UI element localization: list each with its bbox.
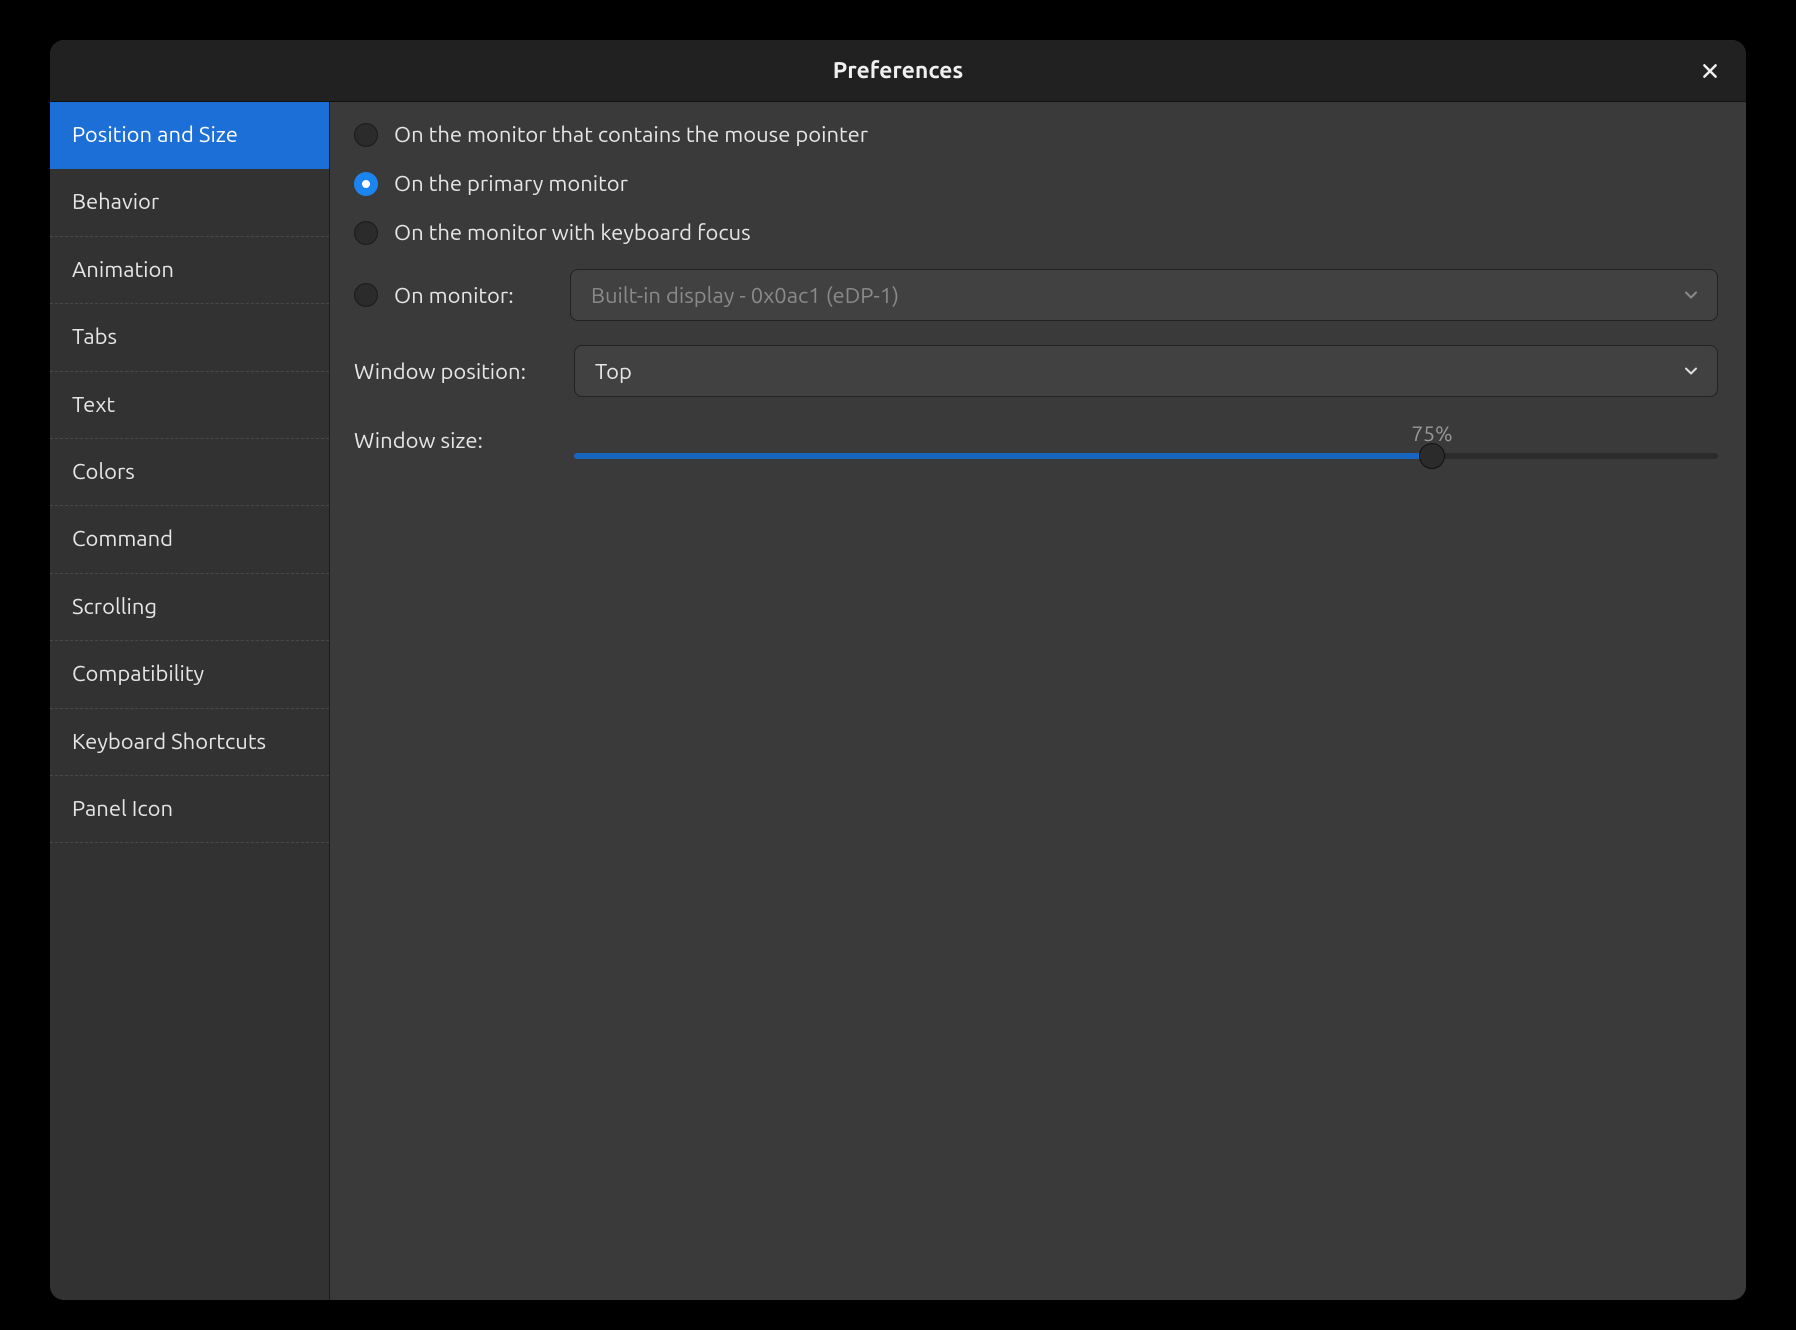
slider-value-label: 75% [1411, 421, 1452, 445]
sidebar-item-behavior[interactable]: Behavior [50, 169, 329, 236]
monitor-dropdown: Built-in display - 0x0ac1 (eDP-1) [570, 269, 1718, 321]
sidebar: Position and Size Behavior Animation Tab… [50, 102, 330, 1300]
sidebar-item-command[interactable]: Command [50, 506, 329, 573]
radio-mouse-pointer[interactable] [354, 123, 378, 147]
window-position-dropdown[interactable]: Top [574, 345, 1718, 397]
radio-label-primary-monitor[interactable]: On the primary monitor [394, 171, 628, 196]
sidebar-item-animation[interactable]: Animation [50, 237, 329, 304]
content-panel: On the monitor that contains the mouse p… [330, 102, 1746, 1300]
sidebar-item-panel-icon[interactable]: Panel Icon [50, 776, 329, 843]
window-size-slider[interactable]: 75% [574, 421, 1718, 459]
radio-keyboard-focus[interactable] [354, 221, 378, 245]
chevron-down-icon [1683, 283, 1699, 308]
sidebar-item-colors[interactable]: Colors [50, 439, 329, 506]
window-position-label: Window position: [354, 359, 554, 384]
preferences-window: Preferences Position and Size Behavior A… [50, 40, 1746, 1300]
close-icon [1701, 62, 1719, 80]
window-position-value: Top [595, 359, 632, 384]
close-button[interactable] [1694, 55, 1726, 87]
slider-track [574, 453, 1718, 459]
radio-label-mouse-pointer[interactable]: On the monitor that contains the mouse p… [394, 122, 868, 147]
slider-thumb[interactable] [1419, 443, 1445, 469]
monitor-dropdown-value: Built-in display - 0x0ac1 (eDP-1) [591, 283, 899, 308]
window-position-row: Window position: Top [354, 345, 1718, 397]
sidebar-item-scrolling[interactable]: Scrolling [50, 574, 329, 641]
chevron-down-icon [1683, 359, 1699, 384]
sidebar-item-keyboard-shortcuts[interactable]: Keyboard Shortcuts [50, 709, 329, 776]
window-size-label: Window size: [354, 428, 554, 453]
sidebar-item-position-and-size[interactable]: Position and Size [50, 102, 329, 169]
sidebar-item-tabs[interactable]: Tabs [50, 304, 329, 371]
radio-label-keyboard-focus[interactable]: On the monitor with keyboard focus [394, 220, 751, 245]
radio-on-monitor[interactable] [354, 283, 378, 307]
radio-row-primary-monitor: On the primary monitor [354, 171, 1718, 196]
slider-fill [574, 453, 1432, 459]
sidebar-item-text[interactable]: Text [50, 372, 329, 439]
radio-row-on-monitor: On monitor: Built-in display - 0x0ac1 (e… [354, 269, 1718, 321]
window-body: Position and Size Behavior Animation Tab… [50, 102, 1746, 1300]
titlebar: Preferences [50, 40, 1746, 102]
radio-primary-monitor[interactable] [354, 172, 378, 196]
radio-row-keyboard-focus: On the monitor with keyboard focus [354, 220, 1718, 245]
window-size-row: Window size: 75% [354, 421, 1718, 459]
sidebar-item-compatibility[interactable]: Compatibility [50, 641, 329, 708]
radio-label-on-monitor[interactable]: On monitor: [394, 283, 514, 308]
window-title: Preferences [833, 58, 964, 83]
radio-row-mouse-pointer: On the monitor that contains the mouse p… [354, 122, 1718, 147]
